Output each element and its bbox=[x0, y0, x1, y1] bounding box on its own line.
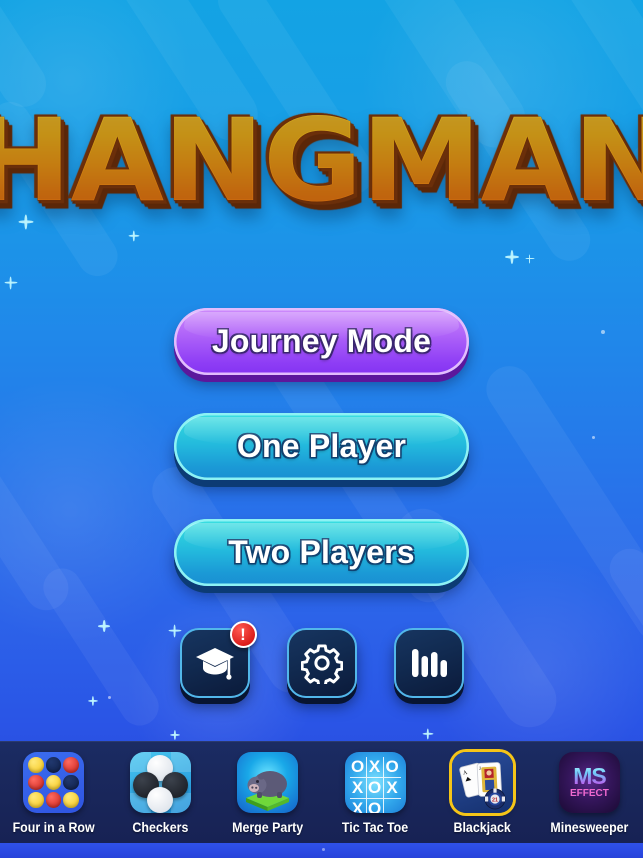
settings-button[interactable] bbox=[286, 628, 357, 698]
tic-tac-toe-cell: X bbox=[366, 757, 384, 778]
two-players-button[interactable]: Two Players bbox=[174, 519, 469, 586]
tic-tac-toe-cell: O bbox=[366, 778, 384, 799]
tic-tac-toe-cell: X bbox=[350, 799, 367, 813]
sparkle-icon bbox=[170, 730, 180, 740]
tic-tac-toe-icon: OXOXOXXO bbox=[344, 752, 406, 813]
game-dock: Four in a Row Checkers Merge Party O X O… bbox=[0, 741, 643, 843]
minesweeper-icon: MS EFFECT bbox=[558, 752, 620, 813]
tutorial-button[interactable]: ! bbox=[179, 621, 257, 698]
one-player-label: One Player bbox=[236, 428, 407, 464]
dock-label: Tic Tac Toe bbox=[341, 820, 409, 835]
tic-tac-toe-cell: O bbox=[367, 799, 384, 813]
stats-button[interactable] bbox=[393, 628, 464, 698]
tic-tac-toe-cell: X bbox=[383, 778, 401, 799]
sparkle-icon bbox=[525, 254, 534, 263]
dock-item-tic-tac-toe[interactable]: OXOXOXXO Tic Tac Toe bbox=[322, 741, 429, 835]
sparkle-icon bbox=[4, 276, 17, 289]
dock-item-checkers[interactable]: Checkers bbox=[107, 741, 214, 835]
utility-icon-row: ! bbox=[0, 621, 643, 700]
dock-label: Minesweeper bbox=[550, 820, 629, 835]
four-in-a-row-icon bbox=[23, 752, 85, 813]
journey-mode-button[interactable]: Journey Mode bbox=[174, 308, 469, 375]
one-player-button[interactable]: One Player bbox=[174, 413, 469, 480]
dock-item-blackjack[interactable]: A J J bbox=[429, 741, 536, 835]
dock-label: Merge Party bbox=[232, 820, 304, 835]
tic-tac-toe-cell: O bbox=[349, 757, 367, 778]
dock-item-minesweeper[interactable]: MS EFFECT Minesweeper bbox=[536, 741, 643, 835]
svg-text:J: J bbox=[479, 767, 481, 772]
game-logo: HANGMAN HANGMAN bbox=[0, 92, 643, 232]
graduation-cap-icon bbox=[195, 648, 234, 680]
merge-party-icon bbox=[237, 752, 299, 813]
tic-tac-toe-cell bbox=[384, 799, 401, 813]
game-title: HANGMAN bbox=[0, 104, 643, 219]
tic-tac-toe-cell: X bbox=[349, 778, 367, 799]
home-indicator-strip bbox=[0, 843, 643, 858]
dock-item-merge-party[interactable]: Merge Party bbox=[214, 741, 321, 835]
sparkle-icon bbox=[422, 728, 433, 739]
bg-glow bbox=[0, 380, 210, 640]
journey-mode-label: Journey Mode bbox=[211, 323, 432, 359]
sparkle-icon bbox=[505, 250, 519, 264]
two-players-label: Two Players bbox=[228, 534, 415, 570]
dock-label: Blackjack bbox=[453, 820, 511, 835]
bar-chart-icon bbox=[411, 649, 447, 677]
game-home-screen: HANGMAN HANGMAN Journey Mode One Player … bbox=[0, 0, 643, 858]
dock-item-four-in-a-row[interactable]: Four in a Row bbox=[0, 741, 107, 835]
checkers-icon bbox=[130, 752, 192, 813]
minesweeper-icon-main-text: MS bbox=[573, 762, 606, 789]
tic-tac-toe-cell: O bbox=[383, 757, 401, 778]
dock-label: Four in a Row bbox=[12, 820, 95, 835]
minesweeper-icon-sub-text: EFFECT bbox=[569, 788, 609, 800]
svg-text:21: 21 bbox=[492, 797, 498, 803]
blackjack-icon: A J J bbox=[451, 752, 513, 813]
dock-label: Checkers bbox=[132, 820, 189, 835]
notification-badge: ! bbox=[229, 621, 257, 648]
gear-icon bbox=[300, 644, 343, 684]
home-indicator-dot bbox=[321, 848, 325, 851]
